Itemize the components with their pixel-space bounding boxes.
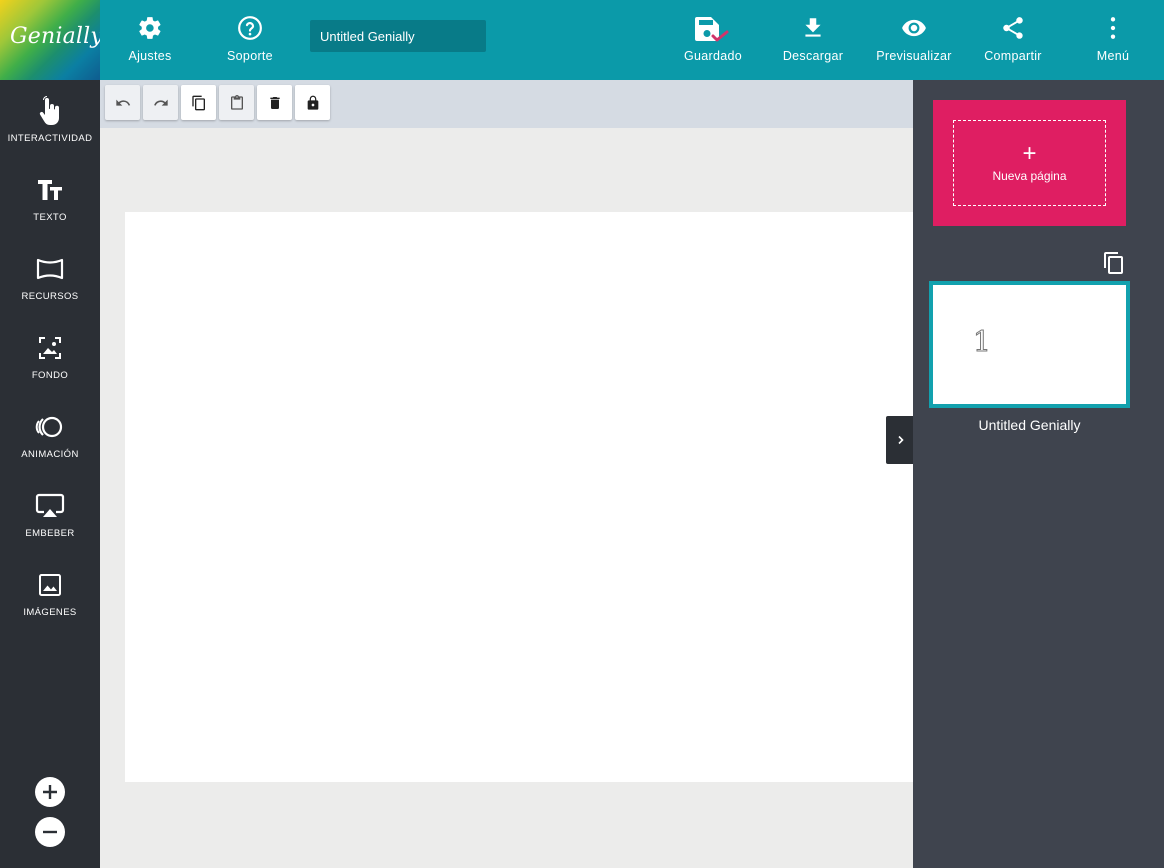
- paste-button[interactable]: [219, 85, 254, 120]
- preview-button[interactable]: Previsualizar: [874, 0, 954, 80]
- image-icon: [39, 574, 61, 596]
- left-sidebar: INTERACTIVIDAD TEXTO RECURSOS FONDO ANIM…: [0, 80, 100, 868]
- top-bar: Genially Ajustes Soporte Guardado Descar…: [0, 0, 1164, 80]
- new-page-dropzone: + Nueva página: [953, 120, 1106, 206]
- settings-button[interactable]: Ajustes: [120, 0, 180, 80]
- lock-icon: [307, 95, 318, 110]
- sidebar-item-texto[interactable]: TEXTO: [0, 174, 100, 244]
- download-label: Descargar: [782, 49, 844, 63]
- download-icon: [805, 18, 821, 37]
- sidebar-item-label: INTERACTIVIDAD: [7, 133, 93, 144]
- sidebar-item-embeber[interactable]: EMBEBER: [0, 490, 100, 560]
- sidebar-item-label: IMÁGENES: [23, 607, 77, 618]
- new-page-label: Nueva página: [992, 169, 1067, 183]
- more-vertical-icon: [1110, 17, 1116, 39]
- embed-screen-icon: [35, 493, 65, 517]
- title-input[interactable]: [310, 20, 486, 52]
- menu-button[interactable]: Menú: [1088, 0, 1138, 80]
- canvas-area[interactable]: [100, 128, 913, 868]
- settings-label: Ajustes: [128, 49, 172, 63]
- lock-button[interactable]: [295, 85, 330, 120]
- sidebar-item-label: ANIMACIÓN: [21, 449, 79, 460]
- slide-canvas[interactable]: [125, 212, 913, 782]
- sidebar-item-imagenes[interactable]: IMÁGENES: [0, 569, 100, 639]
- copy-button[interactable]: [181, 85, 216, 120]
- new-page-button[interactable]: + Nueva página: [933, 100, 1126, 226]
- sidebar-item-label: TEXTO: [33, 212, 67, 223]
- redo-icon: [153, 99, 168, 106]
- collapse-panel-button[interactable]: [886, 416, 916, 464]
- duplicate-page-icon[interactable]: [1102, 251, 1126, 275]
- pages-panel: + Nueva página 1 Untitled Genially: [913, 80, 1164, 868]
- page-number: 1: [973, 325, 992, 359]
- preview-label: Previsualizar: [876, 49, 952, 63]
- saved-status-button[interactable]: Guardado: [683, 0, 743, 80]
- saved-label: Guardado: [684, 49, 742, 63]
- zoom-out-button[interactable]: [35, 817, 65, 847]
- undo-icon: [115, 99, 130, 106]
- edit-toolbar: [100, 80, 913, 128]
- save-check-icon: [695, 17, 729, 42]
- delete-button[interactable]: [257, 85, 292, 120]
- sidebar-item-label: RECURSOS: [21, 291, 79, 302]
- menu-label: Menú: [1096, 49, 1130, 63]
- logo-text: Genially: [10, 24, 100, 49]
- genially-logo[interactable]: Genially: [0, 0, 100, 80]
- animation-icon: [35, 416, 63, 438]
- sidebar-item-fondo[interactable]: FONDO: [0, 332, 100, 402]
- background-image-icon: [39, 337, 61, 359]
- help-circle-icon: [238, 16, 262, 40]
- delete-icon: [269, 96, 280, 109]
- sidebar-item-interactividad[interactable]: INTERACTIVIDAD: [0, 95, 100, 165]
- plus-icon: [43, 785, 57, 799]
- sidebar-item-label: FONDO: [31, 370, 69, 381]
- text-size-icon: [38, 180, 62, 200]
- sidebar-item-recursos[interactable]: RECURSOS: [0, 253, 100, 323]
- minus-icon: [43, 830, 57, 834]
- support-label: Soporte: [227, 49, 273, 63]
- resources-icon: [36, 258, 64, 280]
- hand-pointer-icon: [39, 96, 59, 125]
- sidebar-item-animacion[interactable]: ANIMACIÓN: [0, 411, 100, 481]
- page-title: Untitled Genially: [978, 417, 1081, 433]
- share-button[interactable]: Compartir: [978, 0, 1048, 80]
- undo-button[interactable]: [105, 85, 140, 120]
- plus-icon: +: [1022, 140, 1037, 167]
- download-button[interactable]: Descargar: [783, 0, 843, 80]
- page-thumbnail[interactable]: 1: [929, 281, 1130, 408]
- redo-button[interactable]: [143, 85, 178, 120]
- sidebar-item-label: EMBEBER: [25, 528, 75, 539]
- gear-icon: [139, 17, 161, 39]
- chevron-right-icon: [898, 435, 904, 445]
- zoom-in-button[interactable]: [35, 777, 65, 807]
- support-button[interactable]: Soporte: [220, 0, 280, 80]
- share-label: Compartir: [984, 49, 1042, 63]
- copy-icon: [191, 95, 205, 110]
- eye-icon: [902, 19, 926, 37]
- paste-icon: [230, 94, 243, 110]
- share-icon: [1003, 17, 1023, 39]
